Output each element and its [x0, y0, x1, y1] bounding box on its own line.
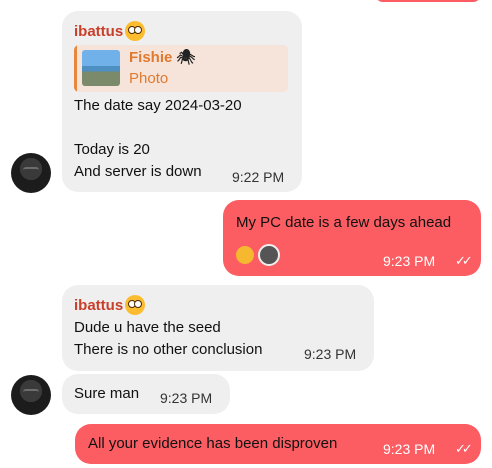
- message-sender[interactable]: ibattus: [74, 295, 146, 315]
- reply-photo-thumbnail: [82, 50, 120, 86]
- message-bubble-incoming[interactable]: ibattus The date say 2024-03-20 Today is…: [62, 11, 302, 192]
- avatar[interactable]: [11, 153, 51, 193]
- rofl-emoji-icon: [236, 246, 254, 264]
- message-sender[interactable]: ibattus: [74, 21, 146, 41]
- sender-emoji-icon: [125, 21, 146, 41]
- reply-type: Photo: [129, 70, 169, 87]
- spider-icon: 🕷: [176, 49, 196, 66]
- double-check-icon: ✓✓: [455, 253, 473, 268]
- message-text: Sure man: [74, 385, 140, 402]
- message-text: Dude u have the seed There is no other c…: [74, 319, 263, 358]
- reply-accent-bar: [74, 45, 77, 92]
- double-check-icon: ✓✓: [455, 441, 473, 456]
- message-time: 9:23 PM: [160, 390, 213, 406]
- message-time: 9:22 PM: [232, 169, 285, 185]
- avatar[interactable]: [11, 375, 51, 415]
- message-text: All your evidence has been disproven: [88, 435, 338, 452]
- reply-author: Fishie 🕷: [129, 49, 196, 66]
- message-text: My PC date is a few days ahead: [236, 214, 452, 231]
- message-bubble-incoming[interactable]: Sure man 9:23 PM: [62, 374, 230, 414]
- message-bubble-incoming[interactable]: ibattus Dude u have the seed There is no…: [62, 285, 374, 371]
- reply-preview[interactable]: Fishie 🕷 Photo: [74, 45, 288, 92]
- message-bubble-outgoing[interactable]: My PC date is a few days ahead 9:23 PM ✓…: [223, 200, 481, 276]
- message-time: 9:23 PM: [304, 346, 357, 362]
- previous-message-edge: [375, 0, 481, 2]
- message-time: 9:23 PM: [383, 441, 436, 457]
- sender-emoji-icon: [125, 295, 146, 315]
- message-emoji-row: [236, 244, 281, 266]
- message-time: 9:23 PM: [383, 253, 436, 269]
- sticker-emoji-icon: [258, 244, 281, 266]
- message-bubble-outgoing[interactable]: All your evidence has been disproven 9:2…: [75, 424, 481, 464]
